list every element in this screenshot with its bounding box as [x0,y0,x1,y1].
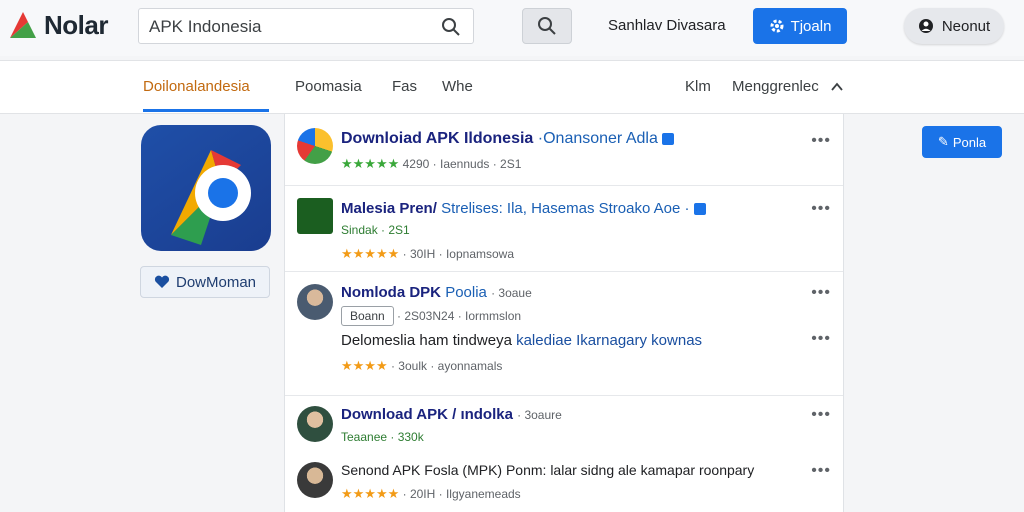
tab-klm[interactable]: Klm [685,78,711,95]
signin-label: Neonut [941,17,991,35]
description-link[interactable]: kalediae Ikarnagary kownas [516,332,702,349]
tab-indonesia[interactable]: Doilonalandesia [143,78,250,95]
tab-poomasia[interactable]: Poomasia [295,78,362,95]
result-title-text: Malesia Pren/ [341,200,437,217]
avatar [297,284,333,320]
tab-fas[interactable]: Fas [392,78,417,95]
rating-stars: ★★★★★ [341,486,400,501]
download-label: DowMoman [175,273,257,291]
logo-text: Nolar [44,9,108,40]
search-icon[interactable] [441,17,461,37]
more-options-icon[interactable]: ••• [811,132,831,150]
results-list: Downloiad APK Ildonesia ·Onansoner Adla … [284,114,844,512]
more-options-icon[interactable]: ••• [811,406,831,424]
search-box [138,8,474,44]
badge-meta: · 2S03N24 · Iormmslon [397,309,522,323]
rating-stars: ★★★★ [341,358,388,373]
result-title: Nomloda DPK Poolia · 3oaue [341,284,532,301]
search-input[interactable] [149,15,429,39]
join-label: Tjoaln [790,17,832,35]
chevron-up-icon[interactable] [830,81,844,93]
result-description: Delomeslia ham tindweya kalediae Ikarnag… [341,332,702,349]
meta-text: · 3oulk · ayonnamals [390,359,503,373]
list-item[interactable]: Nomloda DPK Poolia · 3oaue Boann · 2S03N… [285,272,843,396]
meta-text: · Iaennuds · 2S1 [432,157,522,171]
more-options-icon[interactable]: ••• [811,330,831,348]
list-item[interactable]: Download APK / ındolka · 3oaure Teaanee … [285,396,843,456]
rating-value: 4290 [402,157,430,171]
heart-icon [154,275,170,288]
edit-icon: ✎ [937,134,949,149]
result-title: Download APK / ındolka · 3oaure [341,406,562,423]
join-button[interactable]: Tjoaln [753,8,847,44]
logo-icon [10,12,36,38]
tab-menggrenlec[interactable]: Menggrenlec [732,78,819,95]
list-item[interactable]: Downloiad APK Ildonesia ·Onansoner Adla … [285,114,843,186]
rating-stars: ★★★★★ [341,156,400,171]
result-meta: ★★★★★ · 20IH · Ilgyanemeads [341,486,521,502]
result-channel[interactable]: Strelises: Ila, Hasemas Stroako Aoe · [441,200,689,217]
logo[interactable]: Nolar [6,8,108,42]
result-title-text: Nomloda DPK [341,284,442,301]
signin-button[interactable]: Neonut [904,8,1004,44]
gear-icon [770,19,784,33]
list-item[interactable]: Malesia Pren/ Strelises: Ila, Hasemas St… [285,186,843,272]
app-logo-icon [171,150,251,245]
active-tab-indicator [143,109,269,112]
avatar [297,462,333,498]
result-meta: ★★★★ · 3oulk · ayonnamals [341,358,502,374]
verified-icon [661,132,674,145]
result-subline: Teaanee · 330k [341,430,424,444]
result-title-text: Senond APK Fosla (MPK) Ponm: lalar sidng… [341,462,696,478]
tab-whe[interactable]: Whe [442,78,473,95]
result-extra: · 3oaue [491,286,532,300]
search-button[interactable] [522,8,572,44]
more-options-icon[interactable]: ••• [811,284,831,302]
result-meta: ★★★★★ · 30IH · Iopnamsowa [341,246,514,262]
tab-bar: Doilonalandesia Poomasia Fas Whe Klm Men… [0,60,1024,114]
description-text: Delomeslia ham tindweya [341,332,512,349]
result-title: Malesia Pren/ Strelises: Ila, Hasemas St… [341,200,706,217]
meta-text: · 20IH · Ilgyanemeads [402,487,521,501]
result-title: Downloiad APK Ildonesia ·Onansoner Adla [341,130,674,148]
user-icon [918,19,933,33]
avatar [297,406,333,442]
follow-label: Ponla [952,134,987,150]
result-extra: · 3oaure [517,408,562,422]
top-header: Nolar Sanhlav Divasara Tjoaln Neonut [0,0,1024,56]
header-link[interactable]: Sanhlav Divasara [608,17,726,34]
rating-stars: ★★★★★ [341,246,400,261]
more-options-icon[interactable]: ••• [811,200,831,218]
verified-icon [693,203,706,216]
avatar [297,128,333,164]
result-channel[interactable]: Poolia [445,284,487,301]
result-title-extra: roonpary [698,462,755,478]
result-title-text: Download APK / ındolka [341,406,513,423]
result-title: Senond APK Fosla (MPK) Ponm: lalar sidng… [341,462,754,478]
download-button[interactable]: DowMoman [140,266,270,298]
result-title-text: Downloiad APK Ildonesia [341,130,534,147]
avatar [297,198,333,234]
result-subline: Sindak · 2S1 [341,223,410,237]
meta-text: · 30IH · Iopnamsowa [402,247,515,261]
list-item[interactable]: Senond APK Fosla (MPK) Ponm: lalar sidng… [285,456,843,512]
status-badge: Boann [341,306,394,326]
search-icon [538,17,556,35]
result-channel[interactable]: ·Onansoner Adla [538,130,658,147]
follow-button[interactable]: ✎ Ponla [922,126,1002,158]
app-icon[interactable] [141,125,271,251]
more-options-icon[interactable]: ••• [811,462,831,480]
result-meta: ★★★★★ 4290 · Iaennuds · 2S1 [341,156,521,172]
